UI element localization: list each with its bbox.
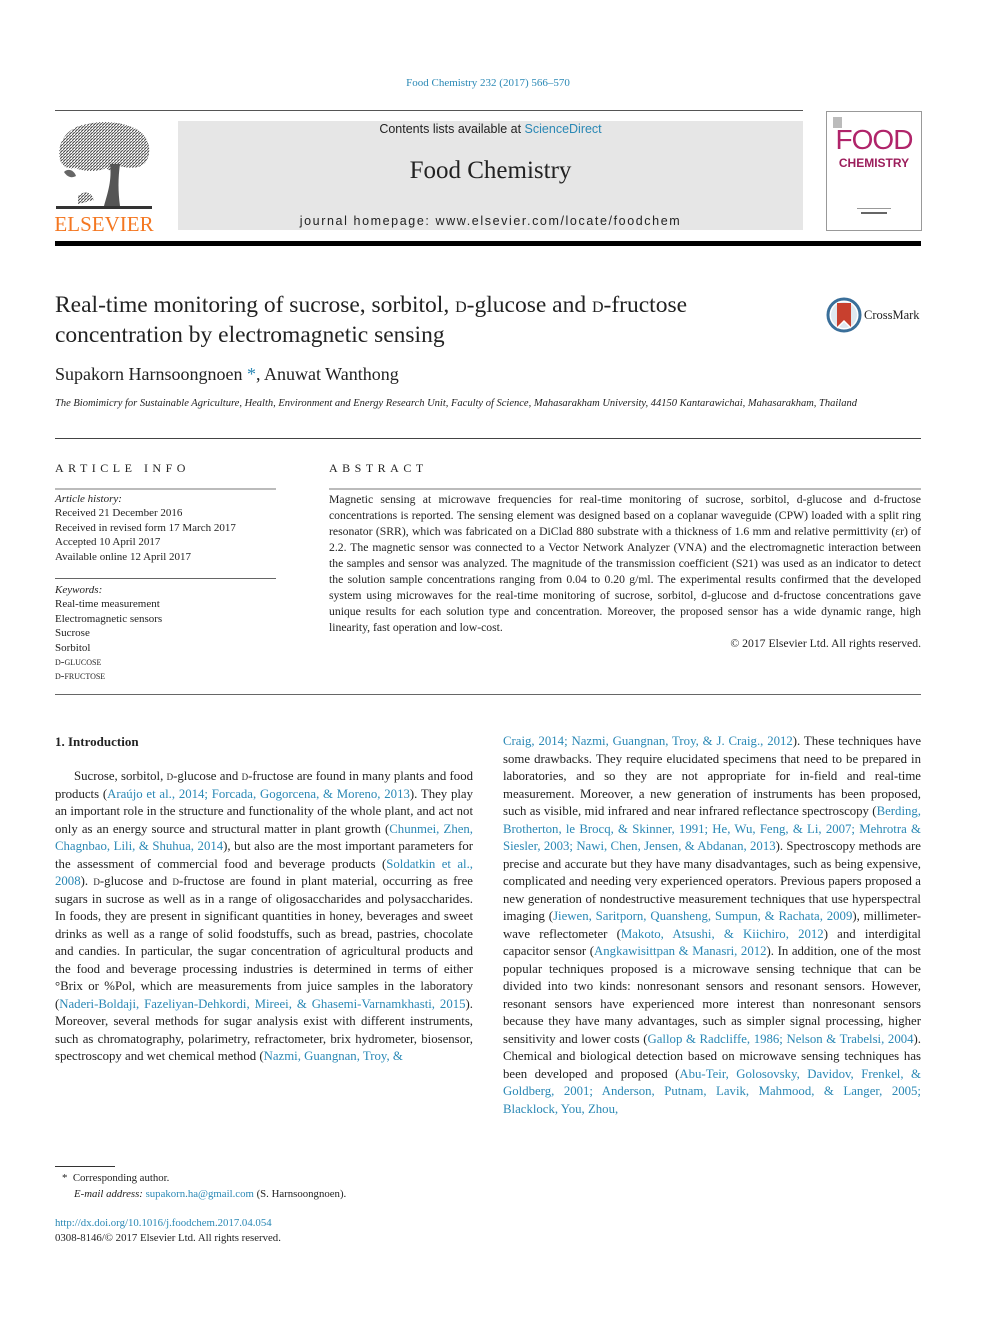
header-top-rule xyxy=(55,110,803,111)
keywords-rule xyxy=(55,578,276,579)
author-list: Supakorn Harnsoongnoen *, Anuwat Wanthon… xyxy=(55,364,399,385)
body-text: Sucrose, sorbitol, xyxy=(74,769,167,783)
footnote-mark: * xyxy=(62,1172,68,1184)
email-suffix: (S. Harnsoongnoen). xyxy=(253,1188,347,1200)
body-text: -glucose and xyxy=(173,769,242,783)
keyword-item: d-fructose xyxy=(55,670,106,683)
cover-title-chemistry: CHEMISTRY xyxy=(838,156,910,170)
citation-link[interactable]: Gallop & Radcliffe, 1986; Nelson & Trabe… xyxy=(648,1032,914,1046)
cover-fineprint xyxy=(857,208,891,209)
keyword-item: Electromagnetic sensors xyxy=(55,612,163,625)
footnote-text: Corresponding author. xyxy=(72,1172,170,1184)
article-history: Article history: Received 21 December 20… xyxy=(55,492,280,564)
title-text: -glucose and xyxy=(466,292,592,318)
abstract-text: Magnetic sensing at microwave frequencie… xyxy=(329,493,921,634)
journal-header-banner: Contents lists available at ScienceDirec… xyxy=(178,121,803,230)
section-heading-introduction: 1. Introduction xyxy=(55,734,139,749)
abstract-body: Magnetic sensing at microwave frequencie… xyxy=(329,492,921,652)
keyword-item: d-glucose xyxy=(55,656,102,669)
corresponding-author-mark[interactable]: * xyxy=(247,364,256,384)
abstract-heading: ABSTRACT xyxy=(329,461,428,475)
journal-title: Food Chemistry xyxy=(409,157,572,184)
article-title: Real-time monitoring of sucrose, sorbito… xyxy=(55,290,795,350)
cover-title-food: FOOD xyxy=(835,124,914,155)
footnote-rule xyxy=(55,1166,115,1167)
crossmark-label: CrossMark xyxy=(864,308,920,322)
keyword-item: Sorbitol xyxy=(55,641,91,654)
body-text: -fructose are found in plant material, o… xyxy=(55,874,473,1011)
crossmark-icon xyxy=(826,297,862,333)
footnotes: * Corresponding author. E-mail address: … xyxy=(62,1170,346,1202)
email-note: E-mail address: supakorn.ha@gmail.com (S… xyxy=(62,1186,346,1202)
title-text: d xyxy=(455,292,467,318)
contents-line: Contents lists available at ScienceDirec… xyxy=(178,122,803,136)
history-heading: Article history: xyxy=(55,493,122,505)
doi-block: http://dx.doi.org/10.1016/j.foodchem.201… xyxy=(55,1216,281,1246)
citation-link[interactable]: Naderi-Boldaji, Fazeliyan-Dehkordi, Mire… xyxy=(59,997,465,1011)
email-link[interactable]: supakorn.ha@gmail.com xyxy=(146,1188,254,1200)
elsevier-tree-icon xyxy=(56,122,152,209)
body-column-left: Sucrose, sorbitol, d-glucose and d-fruct… xyxy=(55,768,473,1066)
issn-copyright: 0308-8146/© 2017 Elsevier Ltd. All right… xyxy=(55,1232,281,1244)
author-name[interactable]: Anuwat Wanthong xyxy=(264,364,399,384)
citation-link[interactable]: Makoto, Atsushi, & Kiichiro, 2012 xyxy=(621,927,824,941)
author-affiliation: The Biomimicry for Sustainable Agricultu… xyxy=(55,398,857,409)
journal-cover-thumbnail[interactable]: FOOD CHEMISTRY xyxy=(826,111,922,231)
citation-link[interactable]: Jiewen, Saritporn, Quansheng, Sumpun, & … xyxy=(553,909,852,923)
front-matter-end-rule xyxy=(55,694,921,695)
article-info-heading: ARTICLE INFO xyxy=(55,461,190,475)
doi-link[interactable]: http://dx.doi.org/10.1016/j.foodchem.201… xyxy=(55,1216,281,1231)
history-item: Accepted 10 April 2017 xyxy=(55,536,161,549)
corresponding-author-note: * Corresponding author. xyxy=(62,1170,346,1186)
history-item: Available online 12 April 2017 xyxy=(55,550,192,563)
elsevier-logo[interactable]: ELSEVIER xyxy=(54,120,154,236)
title-text: Real-time monitoring of sucrose, sorbito… xyxy=(55,292,456,318)
crossmark-button[interactable]: CrossMark xyxy=(826,297,926,337)
homepage-prefix: journal homepage: xyxy=(299,214,436,228)
history-item: Received in revised form 17 March 2017 xyxy=(55,521,236,534)
citation-link[interactable]: Craig, 2014; Nazmi, Guangnan, Troy, & J.… xyxy=(503,734,793,748)
citation-link[interactable]: Nazmi, Guangnan, Troy, & xyxy=(264,1049,403,1063)
cover-fineprint xyxy=(861,212,887,214)
body-text: ). In addition, one of the most popular … xyxy=(503,944,921,1046)
body-column-right: Craig, 2014; Nazmi, Guangnan, Troy, & J.… xyxy=(503,733,921,1118)
body-text: -glucose and xyxy=(99,874,173,888)
keyword-item: Sucrose xyxy=(55,627,90,640)
journal-homepage: journal homepage: www.elsevier.com/locat… xyxy=(178,214,803,228)
keywords-heading: Keywords: xyxy=(55,584,103,596)
header-thick-rule xyxy=(55,241,921,246)
abstract-rule xyxy=(329,488,921,490)
email-label: E-mail address: xyxy=(74,1188,146,1200)
intro-paragraph-continued: Craig, 2014; Nazmi, Guangnan, Troy, & J.… xyxy=(503,733,921,1118)
citation-link[interactable]: Angkawisittpan & Manasri, 2012 xyxy=(594,944,767,958)
journal-reference-link[interactable]: Food Chemistry 232 (2017) 566–570 xyxy=(0,77,976,89)
keywords-list: Keywords: Real-time measurement Electrom… xyxy=(55,583,280,684)
author-separator: , xyxy=(255,364,264,384)
homepage-url-link[interactable]: www.elsevier.com/locate/foodchem xyxy=(436,214,682,228)
title-text: d xyxy=(591,292,604,318)
section-divider xyxy=(55,438,921,439)
keyword-item: Real-time measurement xyxy=(55,598,160,611)
author-name[interactable]: Supakorn Harnsoongnoen xyxy=(55,364,242,384)
contents-prefix: Contents lists available at xyxy=(379,122,525,136)
article-info-rule xyxy=(55,488,276,490)
citation-link[interactable]: Araújo et al., 2014; Forcada, Gogorcena,… xyxy=(107,787,410,801)
elsevier-wordmark: ELSEVIER xyxy=(54,212,154,236)
abstract-copyright: © 2017 Elsevier Ltd. All rights reserved… xyxy=(730,637,921,650)
history-item: Received 21 December 2016 xyxy=(55,507,183,520)
intro-paragraph: Sucrose, sorbitol, d-glucose and d-fruct… xyxy=(55,768,473,1066)
body-text: ). xyxy=(80,874,94,888)
sciencedirect-link[interactable]: ScienceDirect xyxy=(525,122,602,136)
